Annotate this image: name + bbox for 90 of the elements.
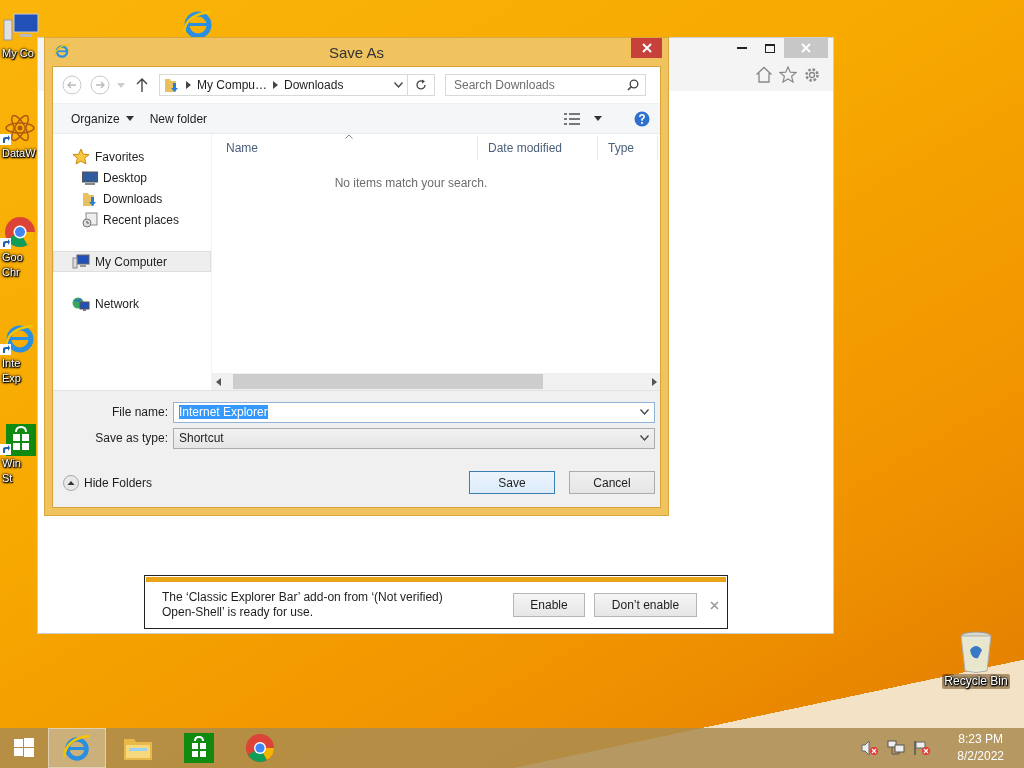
nav-item[interactable]: My Computer: [53, 251, 211, 272]
column-header[interactable]: Type: [598, 136, 658, 160]
address-bar[interactable]: My Compu… Downloads: [159, 74, 408, 96]
tray-icon[interactable]: [913, 740, 932, 756]
network-icon: [887, 740, 906, 756]
column-header[interactable]: Date modified: [478, 136, 598, 160]
window-title: Save As: [328, 43, 384, 61]
maximize-icon: [765, 43, 775, 53]
field-label: Save as type:: [94, 431, 169, 445]
muted-speaker-icon: [861, 740, 880, 756]
close-button[interactable]: [710, 600, 719, 610]
view-list-icon[interactable]: [564, 112, 580, 125]
icon-label: Inte: [1, 356, 21, 371]
download-folder-icon: [164, 77, 180, 93]
notification-button[interactable]: Enable: [513, 593, 585, 617]
refresh-button[interactable]: [408, 74, 435, 96]
clock-date: 8/2/2022: [957, 748, 1004, 765]
nav-item[interactable]: Favorites: [53, 146, 211, 167]
globe-ring-icon: [62, 733, 92, 763]
four-panes-icon: [14, 738, 34, 758]
shopping-bag-icon: [184, 733, 214, 763]
globe-ring-icon: [54, 43, 70, 59]
nav-item[interactable]: Downloads: [53, 188, 211, 209]
horizontal-scrollbar[interactable]: [212, 373, 660, 390]
atom-icon: [0, 112, 36, 146]
caret-icon: [594, 116, 602, 121]
computer-icon: [72, 253, 90, 270]
empty-message: No items match your search.: [333, 176, 489, 190]
star-icon: [72, 148, 90, 165]
breadcrumb[interactable]: My Compu…: [197, 78, 267, 92]
minimize-icon: [737, 47, 747, 49]
forward-button[interactable]: [89, 74, 111, 96]
caret-icon: [640, 435, 649, 441]
document-clock-icon: [82, 211, 98, 228]
flag-icon: [913, 740, 932, 756]
taskbar-button[interactable]: [48, 728, 106, 768]
notification-text: The ‘Classic Explorer Bar’ add-on from ‘(Not verified) Open-Shell’ is ready for use.: [162, 590, 444, 620]
back-button[interactable]: [61, 74, 83, 96]
toolbar-button[interactable]: New folder: [141, 106, 216, 131]
right-arrow-icon: [652, 377, 657, 386]
chevron-icon: [273, 81, 278, 89]
icon-label: My Co: [1, 46, 34, 61]
close-icon: [641, 43, 652, 53]
toolbar-button[interactable]: Organize: [63, 106, 142, 131]
sort-caret-icon: [345, 134, 353, 139]
settings-icon[interactable]: [803, 66, 821, 84]
dropdown-caret-icon: [394, 82, 403, 88]
icon-label: DataW: [1, 146, 36, 161]
tricolor-circle-icon: [245, 733, 275, 763]
search-icon: [627, 79, 639, 91]
tray-icon[interactable]: [861, 740, 880, 756]
download-folder-icon: [82, 190, 98, 207]
left-arrow-icon: [216, 377, 221, 386]
icon-label: Exp: [1, 371, 21, 386]
chevron-icon: [186, 81, 191, 89]
globe-computer-icon: [72, 295, 90, 312]
up-arrow-icon: [136, 78, 148, 92]
caret-icon: [640, 409, 649, 415]
field-label: File name:: [110, 405, 169, 419]
dialog-button[interactable]: Save: [469, 471, 555, 494]
column-header[interactable]: Name: [212, 136, 478, 160]
notification-button[interactable]: Don’t enable: [594, 593, 697, 617]
collapse-icon: [63, 474, 79, 491]
hide-folders-button[interactable]: Hide Folders: [63, 474, 153, 491]
tricolor-circle-icon: [0, 216, 36, 250]
icon-label: Recycle Bin: [942, 674, 1010, 689]
trash-bin-icon: [958, 630, 994, 674]
nav-item[interactable]: Network: [53, 293, 211, 314]
dialog-button[interactable]: Cancel: [569, 471, 655, 494]
home-icon[interactable]: [755, 66, 773, 83]
star-icon[interactable]: [779, 66, 797, 83]
help-icon[interactable]: [634, 110, 650, 127]
icon-label: Chr: [1, 265, 20, 280]
globe-ring-icon: [0, 322, 36, 356]
close-icon: [710, 600, 719, 610]
tray-icon[interactable]: [887, 740, 906, 756]
refresh-icon: [415, 79, 427, 91]
close-icon: [801, 43, 811, 53]
close-button[interactable]: [631, 38, 662, 58]
file-type-dropdown[interactable]: Shortcut: [173, 427, 655, 449]
icon-label: Goo: [1, 250, 23, 265]
nav-item[interactable]: Desktop: [53, 167, 211, 188]
monitor-icon: [82, 170, 98, 185]
caret-icon: [125, 116, 134, 121]
search-field[interactable]: Search Downloads: [445, 74, 646, 96]
clock-time: 8:23 PM: [958, 731, 1003, 748]
nav-item[interactable]: Recent places: [53, 209, 211, 230]
breadcrumb[interactable]: Downloads: [284, 78, 344, 92]
icon-label: St: [1, 471, 13, 486]
icon-label: Win: [1, 456, 21, 471]
